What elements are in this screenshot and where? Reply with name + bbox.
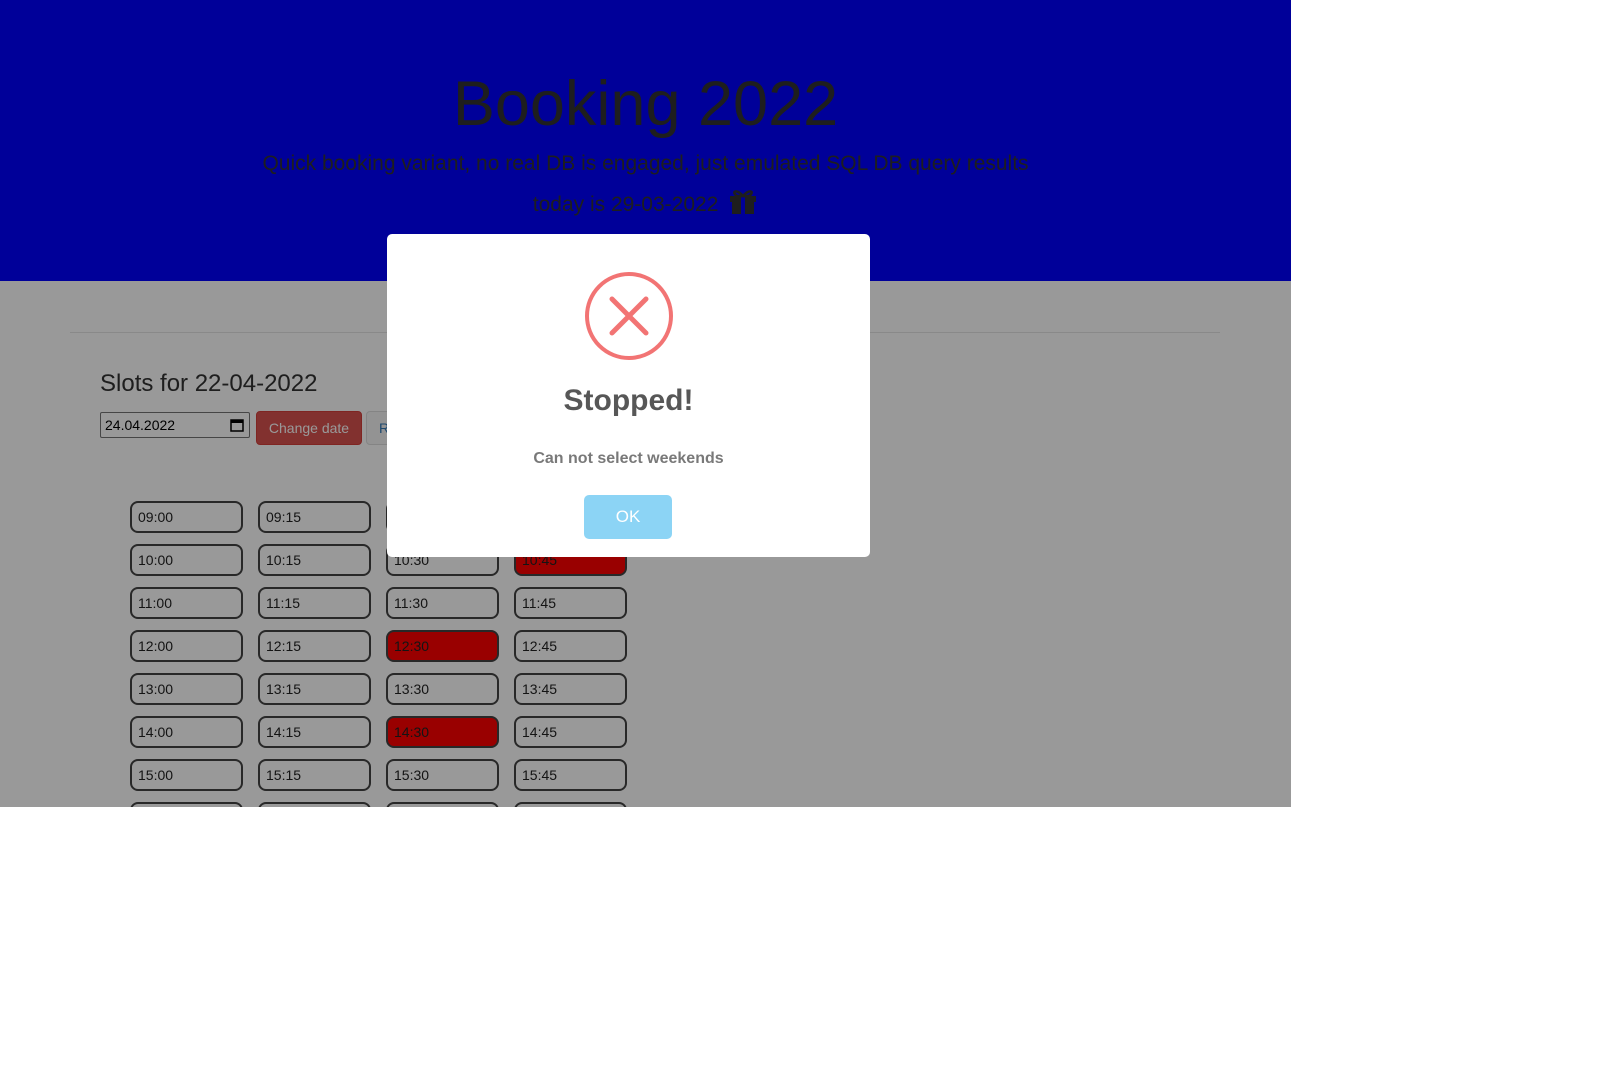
ok-button[interactable]: OK xyxy=(584,495,672,539)
alert-modal: Stopped! Can not select weekends OK xyxy=(387,234,870,557)
booking-app: Booking 2022 Quick booking variant, no r… xyxy=(0,0,1291,807)
error-x-icon xyxy=(585,272,673,360)
modal-title: Stopped! xyxy=(563,384,694,417)
modal-message: Can not select weekends xyxy=(533,450,724,467)
